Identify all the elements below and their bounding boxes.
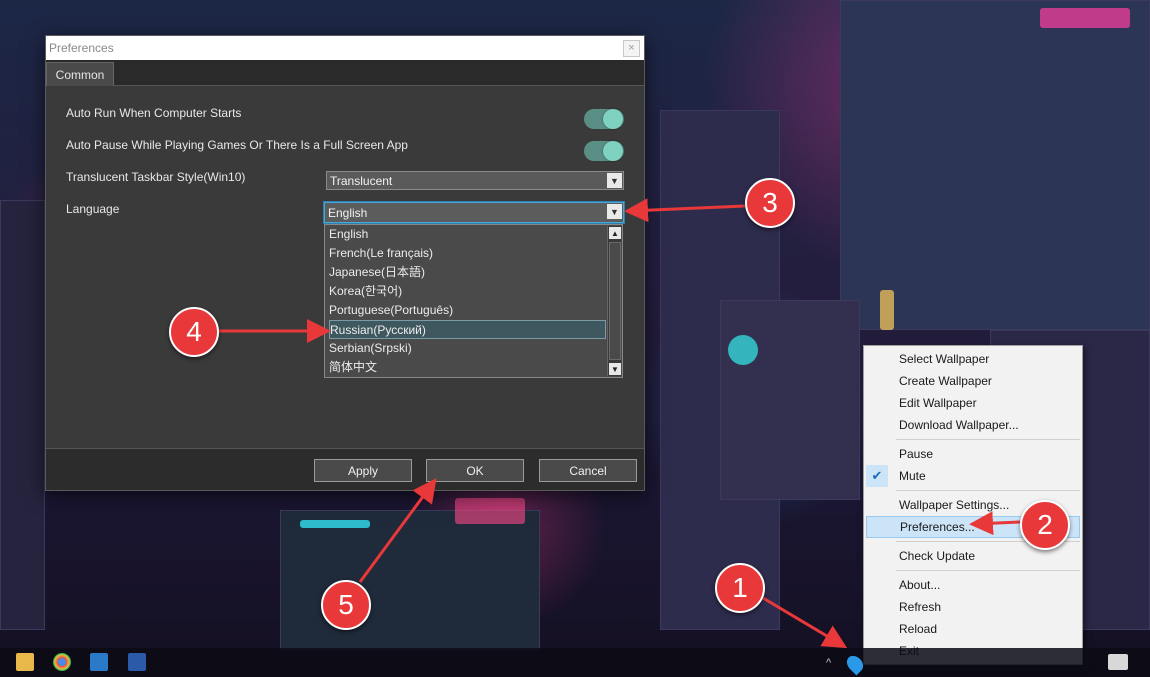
language-option[interactable]: Portuguese(Português): [329, 301, 606, 320]
background-building: [280, 510, 540, 650]
step-badge-3: 3: [745, 178, 795, 228]
neon-sign: [728, 335, 758, 365]
neon-sign: [300, 520, 370, 528]
background-building: [0, 200, 45, 630]
taskbar-style-value: Translucent: [330, 173, 393, 188]
bitwarden-icon[interactable]: [128, 653, 146, 671]
auto-pause-label: Auto Pause While Playing Games Or There …: [66, 138, 408, 152]
preferences-dialog: Preferences × Common Auto Run When Compu…: [45, 35, 645, 491]
taskbar-style-select[interactable]: Translucent ▼: [326, 171, 624, 190]
menu-item-pause[interactable]: Pause: [866, 443, 1080, 465]
ok-button[interactable]: OK: [426, 459, 524, 482]
menu-item-mute[interactable]: Mute: [866, 465, 1080, 487]
dialog-title: Preferences: [49, 41, 114, 55]
auto-run-toggle[interactable]: [584, 109, 624, 129]
close-button[interactable]: ×: [623, 39, 640, 57]
wallpaper-app-tray-icon[interactable]: [843, 652, 867, 676]
toggle-knob: [603, 109, 623, 129]
step-badge-1: 1: [715, 563, 765, 613]
step-badge-5: 5: [321, 580, 371, 630]
tab-bar: Common: [46, 60, 644, 86]
chevron-down-icon: ▼: [607, 173, 622, 188]
language-option[interactable]: Korea(한국어): [329, 282, 606, 301]
language-option[interactable]: English: [329, 225, 606, 244]
language-option[interactable]: Japanese(日本語): [329, 263, 606, 282]
tab-common[interactable]: Common: [46, 62, 114, 86]
dialog-footer: Apply OK Cancel: [46, 448, 644, 490]
language-dropdown-list: English French(Le français) Japanese(日本語…: [324, 224, 623, 378]
chrome-icon[interactable]: [53, 653, 71, 671]
language-select[interactable]: English ▼: [324, 202, 624, 223]
menu-item-refresh[interactable]: Refresh: [866, 596, 1080, 618]
taskbar-style-label: Translucent Taskbar Style(Win10): [66, 170, 246, 184]
language-option[interactable]: Serbian(Srpski): [329, 339, 606, 358]
menu-separator: [896, 490, 1080, 491]
scroll-down-icon[interactable]: ▼: [609, 363, 621, 375]
background-building: [720, 300, 860, 500]
dropdown-scrollbar[interactable]: ▲ ▼: [607, 226, 621, 376]
chevron-down-icon: ▼: [607, 204, 622, 219]
taskbar: ^: [0, 648, 1150, 677]
chevron-up-icon[interactable]: ^: [826, 657, 831, 669]
menu-item-edit-wallpaper[interactable]: Edit Wallpaper: [866, 392, 1080, 414]
apply-button[interactable]: Apply: [314, 459, 412, 482]
menu-item-download-wallpaper[interactable]: Download Wallpaper...: [866, 414, 1080, 436]
menu-item-about[interactable]: About...: [866, 574, 1080, 596]
menu-separator: [896, 570, 1080, 571]
neon-sign: [455, 498, 525, 524]
menu-separator: [896, 439, 1080, 440]
language-value: English: [328, 205, 368, 220]
language-option[interactable]: 简体中文: [329, 358, 606, 377]
menu-item-reload[interactable]: Reload: [866, 618, 1080, 640]
step-badge-2: 2: [1020, 500, 1070, 550]
neon-sign: [1040, 8, 1130, 28]
cancel-button[interactable]: Cancel: [539, 459, 637, 482]
file-explorer-icon[interactable]: [16, 653, 34, 671]
language-label: Language: [66, 202, 120, 216]
neon-sign: [880, 290, 894, 330]
menu-item-create-wallpaper[interactable]: Create Wallpaper: [866, 370, 1080, 392]
scroll-thumb[interactable]: [609, 242, 621, 360]
auto-pause-toggle[interactable]: [584, 141, 624, 161]
auto-run-label: Auto Run When Computer Starts: [66, 106, 242, 120]
background-building: [840, 0, 1150, 330]
notification-icon[interactable]: [1108, 654, 1128, 670]
toggle-knob: [603, 141, 623, 161]
menu-item-select-wallpaper[interactable]: Select Wallpaper: [866, 348, 1080, 370]
app-s-icon[interactable]: [90, 653, 108, 671]
dialog-titlebar[interactable]: Preferences ×: [46, 36, 644, 60]
language-option[interactable]: French(Le français): [329, 244, 606, 263]
step-badge-4: 4: [169, 307, 219, 357]
scroll-up-icon[interactable]: ▲: [609, 227, 621, 239]
settings-panel: Auto Run When Computer Starts Auto Pause…: [46, 86, 644, 446]
language-option-highlighted[interactable]: Russian(Русский): [329, 320, 606, 339]
